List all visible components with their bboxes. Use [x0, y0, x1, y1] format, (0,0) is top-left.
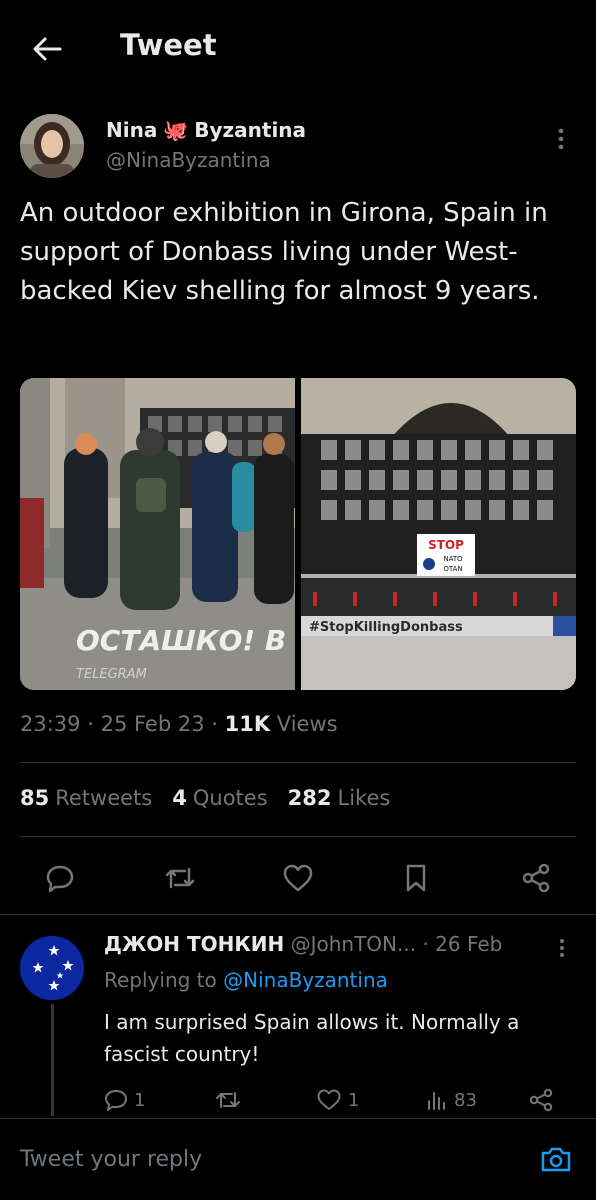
- author-name[interactable]: Nina 🐙 Byzantina: [106, 118, 306, 142]
- page-title: Tweet: [120, 28, 217, 62]
- tweet-text: An outdoor exhibition in Girona, Spain i…: [20, 198, 548, 306]
- share-icon: [529, 1088, 553, 1112]
- stop-sign-text: STOP: [428, 538, 464, 552]
- more-vertical-icon: [558, 128, 564, 150]
- quotes-count: 4: [172, 786, 187, 810]
- reply-author-name[interactable]: ДЖОН ТОНКИН: [104, 932, 284, 956]
- like-icon: [283, 864, 313, 892]
- reply-input[interactable]: Tweet your reply: [20, 1147, 202, 1172]
- camera-icon: [541, 1147, 571, 1172]
- quotes-label: Quotes: [192, 786, 268, 810]
- author-last-name: Byzantina: [194, 118, 307, 142]
- divider: [0, 914, 596, 915]
- more-vertical-icon: [560, 939, 564, 957]
- octopus-emoji-icon: 🐙: [163, 118, 189, 142]
- left-caption: ОСТАШКО! В: [76, 624, 286, 657]
- views-icon: [428, 1092, 445, 1110]
- reply-retweet-button[interactable]: [214, 1084, 242, 1116]
- bookmark-icon: [406, 864, 426, 892]
- retweet-button[interactable]: [162, 860, 198, 896]
- media-photo-left[interactable]: ОСТАШКО! В TELEGRAM: [20, 378, 295, 690]
- reply-actions: 1 1 83: [0, 1084, 596, 1116]
- likes-stat[interactable]: 282 Likes: [288, 786, 391, 810]
- reply-button[interactable]: [42, 860, 78, 896]
- likes-label: Likes: [337, 786, 391, 810]
- back-arrow-icon: [33, 37, 62, 61]
- reply-composer: Tweet your reply: [0, 1118, 596, 1200]
- retweets-label: Retweets: [55, 786, 153, 810]
- retweet-icon: [216, 1092, 240, 1108]
- share-button[interactable]: [518, 860, 554, 896]
- retweets-count: 85: [20, 786, 50, 810]
- likes-count: 282: [287, 786, 332, 810]
- reply-share-button[interactable]: [528, 1084, 554, 1116]
- author-handle[interactable]: @NinaByzantina: [106, 148, 271, 172]
- replying-mention[interactable]: @NinaByzantina: [223, 968, 388, 992]
- otan-sign-text: OTAN: [443, 565, 462, 573]
- top-bar: Tweet: [0, 0, 596, 96]
- media-photo-right[interactable]: STOP NATO OTAN #StopKillingDonbass: [301, 378, 576, 690]
- left-watermark: TELEGRAM: [76, 667, 147, 682]
- camera-button[interactable]: [538, 1141, 574, 1177]
- retweets-stat[interactable]: 85 Retweets: [20, 786, 152, 810]
- replying-to: Replying to @NinaByzantina: [104, 968, 388, 992]
- reply-author-handle[interactable]: @JohnTON...: [291, 932, 416, 956]
- divider: [20, 762, 576, 763]
- reply-icon: [105, 1090, 127, 1111]
- views-label[interactable]: Views: [277, 712, 338, 736]
- reply-more-button[interactable]: [550, 936, 574, 960]
- reply-avatar[interactable]: [20, 936, 84, 1000]
- tweet-actions: [0, 852, 596, 904]
- tweet-meta: 23:39 · 25 Feb 23 · 11K Views: [20, 712, 338, 736]
- southern-cross-avatar-icon: [20, 936, 84, 1000]
- reply-views-count: 83: [454, 1089, 477, 1111]
- reply-reply-button[interactable]: 1: [104, 1084, 145, 1116]
- reply-reply-count: 1: [134, 1089, 146, 1111]
- quotes-stat[interactable]: 4 Quotes: [172, 786, 267, 810]
- like-icon: [317, 1089, 341, 1110]
- more-options-button[interactable]: [546, 124, 576, 154]
- back-button[interactable]: [24, 26, 70, 72]
- nato-sign-text: NATO: [443, 555, 463, 563]
- reply-date: · 26 Feb: [422, 932, 503, 956]
- author-avatar[interactable]: [20, 114, 84, 178]
- reply-like-button[interactable]: 1: [316, 1084, 359, 1116]
- reply-like-count: 1: [348, 1089, 360, 1111]
- retweet-icon: [165, 867, 195, 889]
- author-first-name: Nina: [106, 118, 158, 142]
- divider: [20, 836, 576, 837]
- exhibition-banner-image: STOP NATO OTAN #StopKillingDonbass: [301, 378, 576, 690]
- right-banner-text: #StopKillingDonbass: [309, 620, 463, 635]
- like-button[interactable]: [280, 860, 316, 896]
- tweet-stats: 85 Retweets 4 Quotes 282 Likes: [20, 786, 390, 810]
- avatar-image: [20, 114, 84, 178]
- tweet-author: Nina 🐙 Byzantina @NinaByzantina: [20, 110, 580, 182]
- share-icon: [522, 863, 550, 893]
- tweet-time: 23:39: [20, 712, 81, 736]
- replying-prefix: Replying to: [104, 968, 217, 992]
- tweet-media[interactable]: ОСТАШКО! В TELEGRAM STOP NATO OTAN #Stop…: [20, 378, 576, 690]
- reply-icon: [46, 865, 74, 893]
- tweet-date: 25 Feb 23: [100, 712, 205, 736]
- views-count: 11K: [224, 712, 271, 736]
- reply-text: I am surprised Spain allows it. Normally…: [104, 1010, 520, 1066]
- exhibition-crowd-image: ОСТАШКО! В TELEGRAM: [20, 378, 295, 690]
- reply-views-button[interactable]: 83: [426, 1084, 477, 1116]
- reply-header: ДЖОН ТОНКИН @JohnTON... · 26 Feb: [104, 932, 502, 956]
- bookmark-button[interactable]: [398, 860, 434, 896]
